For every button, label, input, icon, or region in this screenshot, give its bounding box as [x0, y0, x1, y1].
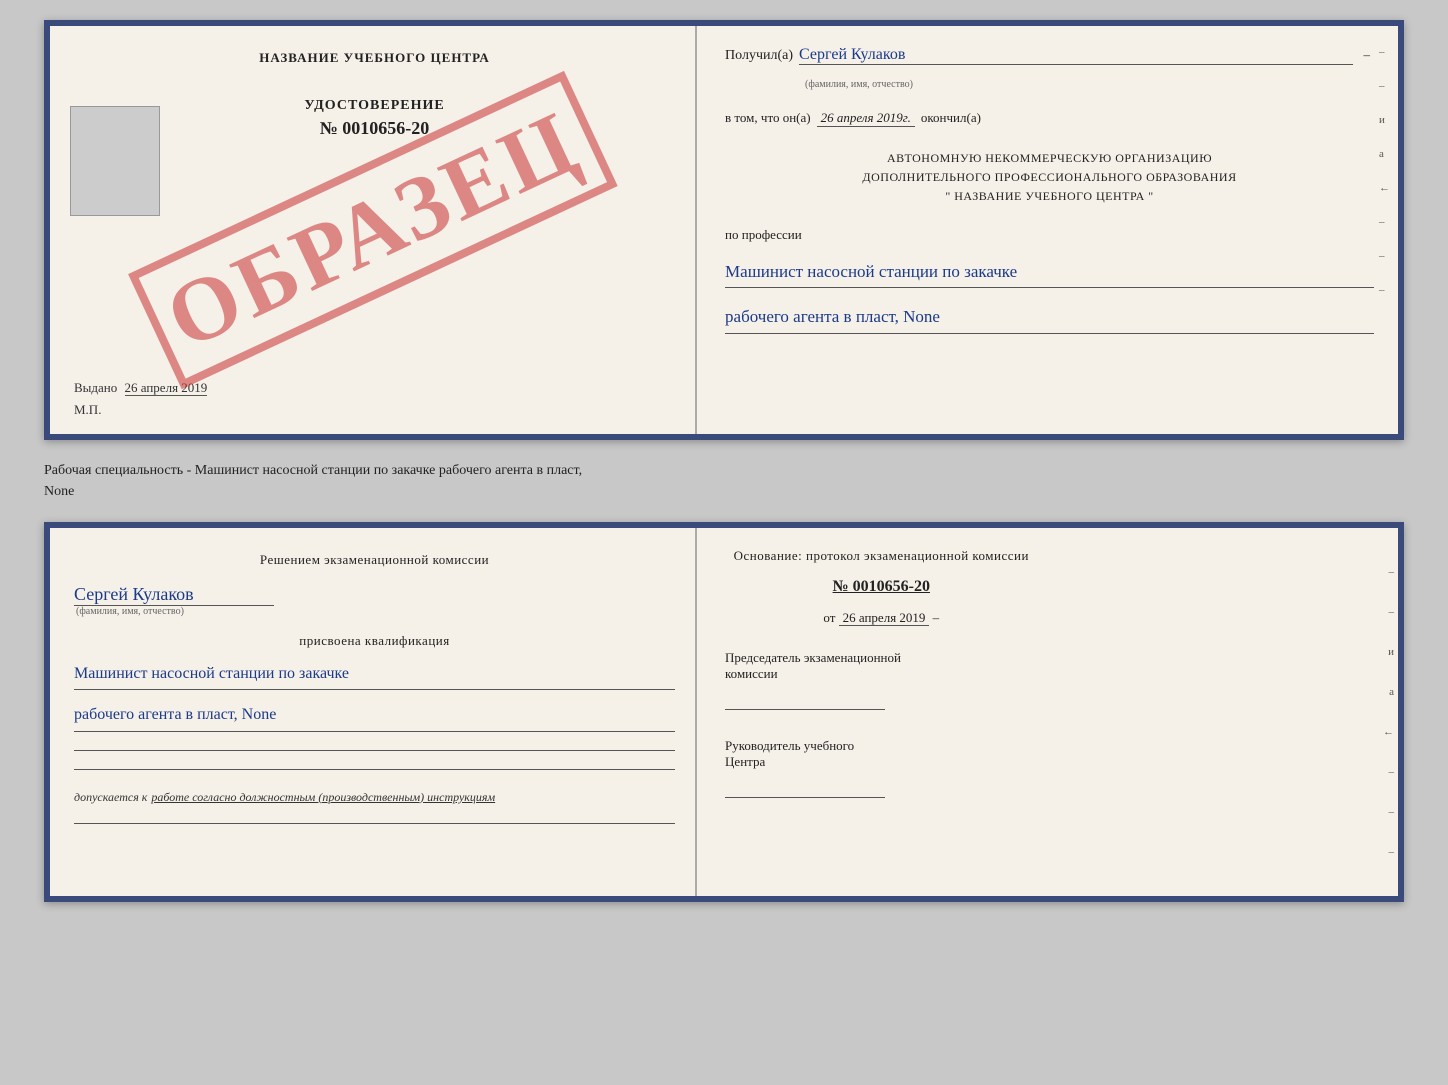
profession-label: по профессии: [725, 227, 1374, 243]
decision-text: Решением экзаменационной комиссии: [74, 552, 675, 568]
issued-label: Выдано: [74, 380, 117, 395]
photo-placeholder: [70, 106, 160, 216]
recipient-row: Получил(а) Сергей Кулаков –: [725, 46, 1374, 65]
chairman-label: Председатель экзаменационной комиссии: [725, 650, 1037, 682]
head-label: Руководитель учебного Центра: [725, 738, 1037, 770]
date-suffix: окончил(а): [921, 110, 981, 126]
recipient-prefix: Получил(а): [725, 48, 793, 64]
allowed-block: допускается к работе согласно должностны…: [74, 790, 675, 805]
profession-line2: рабочего агента в пласт, None: [725, 302, 1374, 334]
chairman-sig-line: [725, 690, 885, 710]
date-value: 26 апреля 2019г.: [817, 110, 915, 127]
person-hint: (фамилия, имя, отчество): [76, 606, 675, 617]
protocol-date-prefix: от: [823, 610, 835, 625]
recipient-hint: (фамилия, имя, отчество): [805, 79, 1374, 90]
mp-label: М.П.: [74, 402, 675, 418]
qual-line2: рабочего агента в пласт, None: [74, 700, 675, 731]
protocol-number: № 0010656-20: [725, 578, 1037, 596]
protocol-dash: –: [933, 610, 940, 625]
cert-right-panel: Получил(а) Сергей Кулаков – (фамилия, им…: [697, 26, 1398, 434]
basis-label: Основание: протокол экзаменационной коми…: [725, 548, 1037, 564]
cert-title: УДОСТОВЕРЕНИЕ: [74, 98, 675, 114]
cert-info-block: УДОСТОВЕРЕНИЕ № 0010656-20: [74, 98, 675, 139]
cert-bottom-right: Основание: протокол экзаменационной коми…: [697, 528, 1061, 814]
allowed-text: работе согласно должностным (производств…: [151, 790, 495, 805]
profession-line1: Машинист насосной станции по закачке: [725, 257, 1374, 289]
org-line1: АВТОНОМНУЮ НЕКОММЕРЧЕСКУЮ ОРГАНИЗАЦИЮ: [725, 149, 1374, 168]
issued-line: Выдано 26 апреля 2019: [74, 368, 675, 396]
specialty-text2: None: [44, 484, 74, 499]
certificate-top: НАЗВАНИЕ УЧЕБНОГО ЦЕНТРА ОБРАЗЕЦ УДОСТОВ…: [44, 20, 1404, 440]
specialty-label: Рабочая специальность - Машинист насосно…: [44, 456, 1404, 506]
cert-bottom-right-wrapper: Основание: протокол экзаменационной коми…: [697, 528, 1398, 896]
date-row: в том, что он(а) 26 апреля 2019г. окончи…: [725, 110, 1374, 127]
blank-line2: [74, 769, 675, 770]
specialty-text: Рабочая специальность - Машинист насосно…: [44, 463, 582, 478]
right-side-marks: – – и а ← – – –: [1379, 46, 1390, 296]
certificate-bottom: Решением экзаменационной комиссии Сергей…: [44, 522, 1404, 902]
qual-line1: Машинист насосной станции по закачке: [74, 659, 675, 690]
date-prefix: в том, что он(а): [725, 110, 811, 126]
protocol-date: от 26 апреля 2019 –: [725, 610, 1037, 626]
person-name: Сергей Кулаков: [74, 584, 274, 606]
blank-line1: [74, 750, 675, 751]
protocol-date-value: 26 апреля 2019: [839, 610, 930, 626]
cert-left-panel: НАЗВАНИЕ УЧЕБНОГО ЦЕНТРА ОБРАЗЕЦ УДОСТОВ…: [50, 26, 697, 434]
head-sig-line: [725, 778, 885, 798]
allowed-prefix: допускается к: [74, 790, 147, 805]
blank-line3: [74, 823, 675, 824]
org-line3: " НАЗВАНИЕ УЧЕБНОГО ЦЕНТРА ": [725, 187, 1374, 206]
right-side-marks-bottom: – – и а ← – – –: [1383, 528, 1394, 896]
person-name-block: Сергей Кулаков (фамилия, имя, отчество): [74, 584, 675, 617]
chairman-block: Председатель экзаменационной комиссии: [725, 650, 1037, 710]
org-block: АВТОНОМНУЮ НЕКОММЕРЧЕСКУЮ ОРГАНИЗАЦИЮ ДО…: [725, 149, 1374, 207]
org-line2: ДОПОЛНИТЕЛЬНОГО ПРОФЕССИОНАЛЬНОГО ОБРАЗО…: [725, 168, 1374, 187]
cert-number: № 0010656-20: [74, 118, 675, 139]
school-name-top: НАЗВАНИЕ УЧЕБНОГО ЦЕНТРА: [74, 50, 675, 66]
issued-date: 26 апреля 2019: [125, 380, 208, 396]
assigned-label: присвоена квалификация: [74, 633, 675, 649]
cert-bottom-left: Решением экзаменационной комиссии Сергей…: [50, 528, 697, 896]
recipient-name: Сергей Кулаков: [799, 46, 1353, 65]
head-block: Руководитель учебного Центра: [725, 738, 1037, 798]
